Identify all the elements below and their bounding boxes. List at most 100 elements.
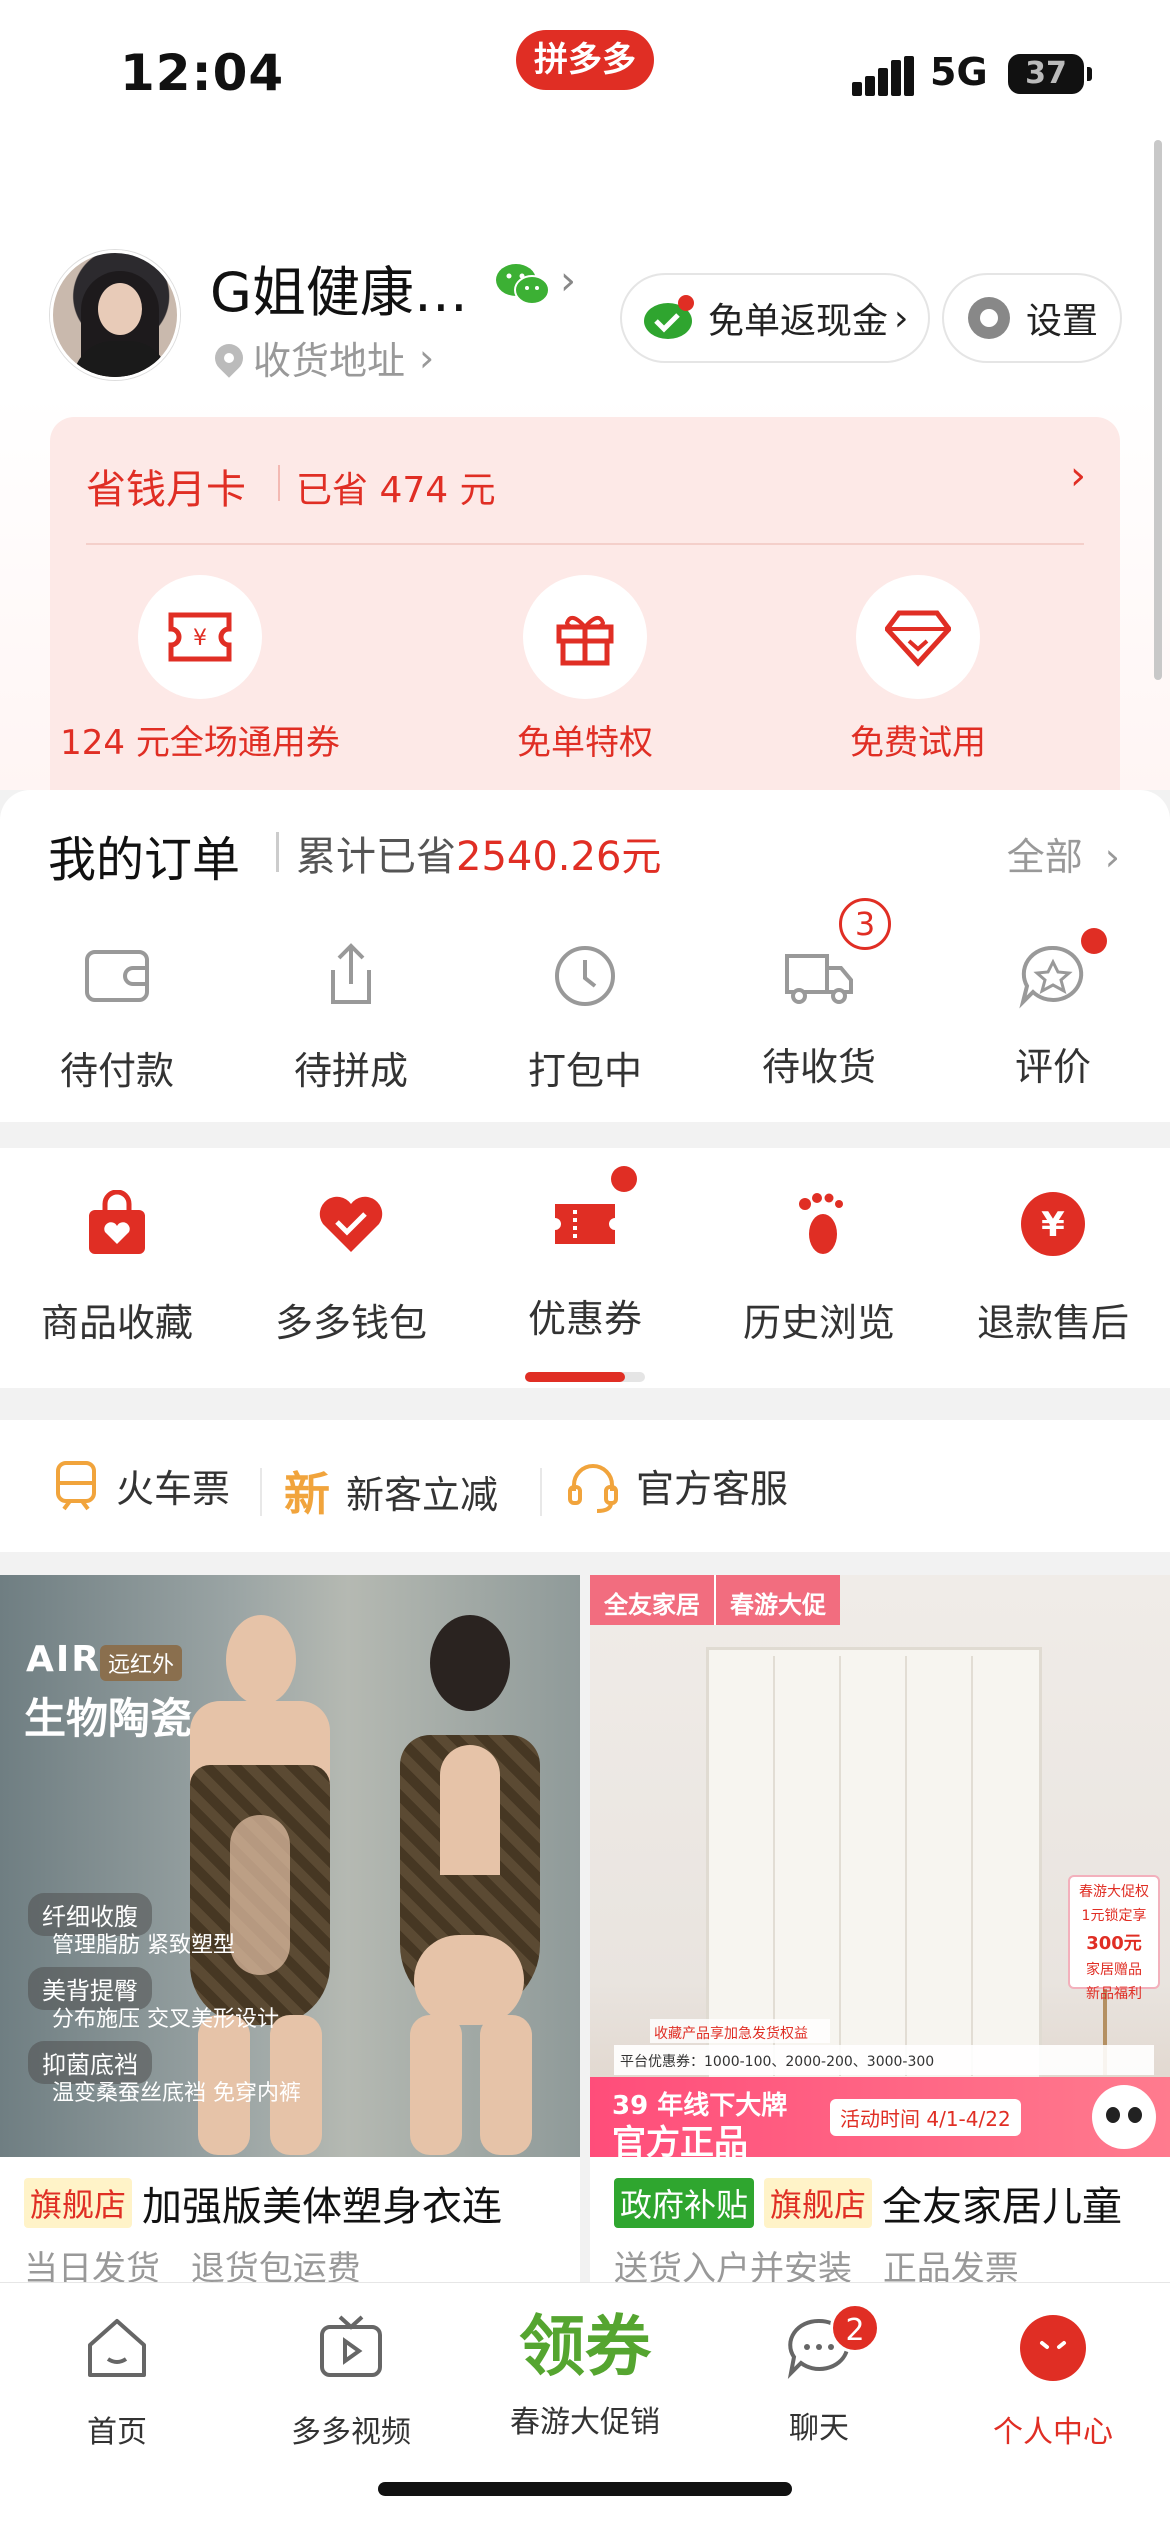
orders-saved: 累计已省2540.26元 [296,824,661,882]
avatar[interactable] [50,250,180,380]
username[interactable]: G姐健康… [210,248,468,327]
service-customer-support[interactable]: 官方客服 [566,1458,788,1513]
order-count-badge: 3 [839,898,891,950]
chevron-right-icon: › [1104,835,1120,879]
clock-icon [555,946,615,1006]
signal-icon [852,56,914,96]
gift-text: 新品福利 [1086,1986,1142,2002]
product-title-row: 旗舰店 加强版美体塑身衣连 [24,2175,570,2231]
home-indicator[interactable] [378,2482,792,2496]
card-title: 省钱月卡 [86,467,246,513]
tool-label: 历史浏览 [742,1301,895,1345]
status-bar: 12:04 拼多多 5G 37 [0,0,1170,130]
product-image[interactable]: AIR 远红外 生物陶瓷 纤细收腹 管理脂肪 紧致塑型 美背提臀 分布施压 交叉… [0,1575,580,2157]
order-pending-receipt[interactable]: 3 待收货 [702,898,936,1091]
tool-refund[interactable]: ¥ 退款售后 [936,1190,1170,1347]
flagship-tag: 旗舰店 [24,2178,133,2228]
refund-yen-icon: ¥ [1021,1192,1085,1256]
service-train[interactable]: 火车票 [52,1458,230,1513]
order-pending-payment[interactable]: 待付款 [0,940,234,1095]
order-review[interactable]: 评价 [936,928,1170,1091]
tab-label: 首页 [87,2415,147,2450]
product-subtitle: 送货入户并安装 正品发票 [614,2241,1019,2285]
tool-label: 商品收藏 [40,1301,193,1345]
product-benefit: 送货入户并安装 [614,2249,852,2285]
divider [276,832,279,872]
cashback-button[interactable]: 免单返现金 › [620,273,930,363]
svg-text:¥: ¥ [193,626,207,651]
gear-icon [968,297,1010,339]
perk-free-order[interactable]: 免单特权 [435,575,735,764]
gift-icon [556,615,614,666]
product-title: 加强版美体塑身衣连 [142,2184,503,2230]
footprint-icon [799,1193,843,1254]
settings-button[interactable]: 设置 [942,273,1122,363]
banner-event-time: 活动时间 4/1-4/22 [830,2099,1021,2136]
money-saving-card[interactable]: 省钱月卡 已省 474 元 › ¥ 124 元全场通用券 免单特权 免费试用 [50,417,1120,817]
settings-label: 设置 [1026,301,1099,342]
banner-text: 官方正品 [612,2123,748,2157]
status-time: 12:04 [120,44,285,102]
orders-section: 我的订单 累计已省2540.26元 全部 › 待付款 待拼成 打包中 3 待收货… [0,790,1170,1122]
flagship-tag: 旗舰店 [764,2178,873,2228]
address-link[interactable]: 收货地址 › [209,330,434,385]
panda-icon [1092,2085,1156,2149]
product-card[interactable]: 全友家居 春游大促 春游大促权 1元锁定享 300元 家居赠品 新品福利 收藏产… [590,1575,1170,2285]
tool-wallet[interactable]: 多多钱包 [234,1190,468,1347]
perk-label: 免单特权 [517,723,653,763]
tool-favorites[interactable]: 商品收藏 [0,1189,234,1347]
share-icon [331,943,371,1004]
tab-profile[interactable]: 个人中心 [936,2313,1170,2451]
product-title: 全友家居儿童 [882,2184,1123,2230]
train-icon [56,1460,96,1510]
order-label: 待收货 [761,1045,876,1089]
network-label: 5G [930,50,988,94]
image-promo: 平台优惠券：1000-100、2000-200、3000-300 [614,2045,1154,2075]
tool-history[interactable]: 历史浏览 [702,1190,936,1347]
perk-label: 124 元全场通用券 [60,723,340,763]
service-label: 火车票 [116,1467,231,1511]
battery-icon: 37 [1008,54,1092,94]
scroll-indicator[interactable] [1154,140,1162,680]
tab-label: 聊天 [789,2411,849,2446]
image-promo: 收藏产品享加急发货权益 [650,2019,830,2043]
orders-saved-value: 2540.26元 [456,834,662,880]
order-packing[interactable]: 打包中 [468,940,702,1095]
tab-chat[interactable]: 2 聊天 [702,2303,936,2447]
orders-saved-prefix: 累计已省 [296,834,456,880]
image-badge: AIR [26,1639,101,1680]
tab-label: 多多视频 [291,2415,411,2450]
perk-coupon[interactable]: ¥ 124 元全场通用券 [50,575,350,764]
perk-free-trial[interactable]: 免费试用 [768,575,1068,764]
divider [278,465,280,501]
image-event: 春游大促 [714,1575,840,1625]
tool-coupons[interactable]: 优惠券 [468,1166,702,1343]
product-image[interactable]: 全友家居 春游大促 春游大促权 1元锁定享 300元 家居赠品 新品福利 收藏产… [590,1575,1170,2157]
subsidy-tag: 政府补贴 [614,2178,755,2228]
product-card[interactable]: AIR 远红外 生物陶瓷 纤细收腹 管理脂肪 紧致塑型 美背提臀 分布施压 交叉… [0,1575,580,2285]
orders-all-label: 全部 [1006,835,1083,879]
gift-text: 1元锁定享 [1081,1908,1147,1924]
bag-heart-icon [89,1189,145,1254]
order-pending-group[interactable]: 待拼成 [234,940,468,1095]
tab-video[interactable]: 多多视频 [234,2313,468,2451]
card-saved-amount: 已省 474 元 [296,470,496,511]
order-label: 待付款 [59,1049,174,1093]
orders-all-link[interactable]: 全部 › [1007,826,1120,881]
gift-text: 春游大促权 [1079,1884,1149,1900]
product-feed: AIR 远红外 生物陶瓷 纤细收腹 管理脂肪 紧致塑型 美背提臀 分布施压 交叉… [0,1575,1170,2285]
gift-text: 300元 [1086,1933,1142,1954]
product-title-row: 政府补贴 旗舰店 全友家居儿童 [614,2175,1160,2231]
address-label: 收货地址 [253,339,406,383]
tab-coupon-promo[interactable]: 领券 春游大促销 [468,2308,702,2441]
wallet-icon [85,950,149,1002]
service-new-customer[interactable]: 新 新客立减 [284,1458,498,1524]
tab-label: 个人中心 [993,2415,1113,2450]
service-label: 新客立减 [346,1472,499,1517]
chat-count-badge: 2 [830,2303,880,2353]
headset-icon [568,1463,618,1513]
tab-home[interactable]: 首页 [0,2313,234,2451]
chevron-right-icon[interactable]: › [560,258,576,304]
chevron-right-icon[interactable]: › [1070,453,1086,499]
services-bar: 火车票 新 新客立减 官方客服 [0,1420,1170,1552]
